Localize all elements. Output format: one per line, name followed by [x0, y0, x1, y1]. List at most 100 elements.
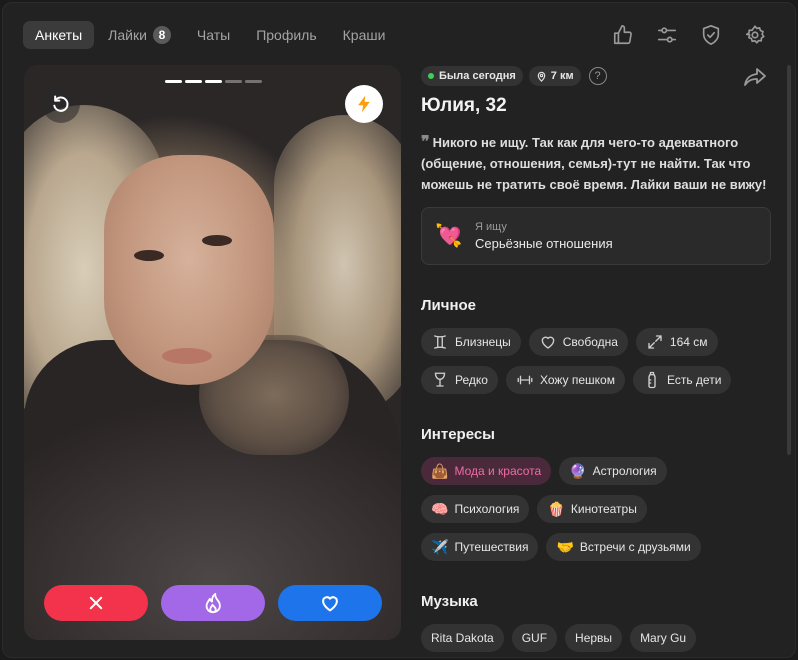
personal-section-title: Личное: [421, 297, 477, 314]
music-chip: GUF: [511, 624, 558, 652]
help-icon[interactable]: ?: [588, 67, 607, 85]
bio-text: Никого не ищу. Так как для чего-то адекв…: [421, 135, 767, 192]
gemini-icon: [431, 333, 449, 351]
interest-chip-fashion: 👜 Мода и красота: [421, 457, 552, 485]
super-like-button[interactable]: [161, 585, 265, 621]
personal-chip-alcohol: Редко: [421, 366, 498, 394]
brain-icon: 🧠: [431, 500, 449, 517]
chip-label: Путешествия: [454, 540, 529, 554]
photo-progress-segment: [205, 80, 222, 83]
gear-icon[interactable]: [733, 19, 777, 51]
boost-button[interactable]: [345, 85, 383, 123]
handbag-icon: 👜: [431, 462, 449, 479]
dislike-button[interactable]: [44, 585, 148, 621]
photo-lips: [162, 348, 212, 364]
chip-label: Есть дети: [666, 373, 722, 387]
top-nav: Анкеты Лайки 8 Чаты Профиль Краши: [23, 19, 777, 51]
chip-label: Мода и красота: [454, 464, 542, 478]
interest-chip-cinema: 🍿 Кинотеатры: [537, 495, 647, 523]
interest-chip-travel: ✈️ Путешествия: [421, 533, 539, 561]
tab-label: Краши: [342, 27, 386, 43]
handshake-icon: 🤝: [556, 538, 574, 555]
baby-bottle-icon: [643, 371, 661, 389]
tab-crushes[interactable]: Краши: [331, 21, 398, 49]
status-row: Была сегодня 7 км ?: [421, 65, 771, 87]
online-status-text: Была сегодня: [439, 70, 516, 82]
swipe-actions: [44, 585, 382, 621]
photo-eye-left: [134, 250, 164, 261]
looking-for-label: Я ищу: [475, 221, 507, 233]
wine-glass-icon: [431, 371, 449, 389]
photo-progress-segment: [165, 80, 182, 83]
expand-icon: [646, 333, 664, 351]
share-arrow-icon: [744, 68, 766, 86]
interest-chip-astrology: 🔮 Астрология: [559, 457, 667, 485]
music-chip: Mary Gu: [630, 624, 697, 652]
tab-label: Чаты: [196, 27, 231, 43]
share-button[interactable]: [743, 67, 769, 89]
chip-label: Свободна: [562, 335, 618, 349]
chip-label: Психология: [454, 502, 520, 516]
lightning-icon: [358, 95, 370, 113]
music-chip: Нервы: [565, 624, 623, 652]
tab-ankety[interactable]: Анкеты: [23, 21, 95, 49]
personal-chip-relationship: Свободна: [528, 328, 628, 356]
tab-label: Лайки: [108, 27, 147, 43]
sliders-icon[interactable]: [645, 19, 689, 51]
interests-section-title: Интересы: [421, 426, 495, 443]
tab-profile[interactable]: Профиль: [244, 21, 328, 49]
online-status-badge: Была сегодня: [421, 66, 523, 86]
music-chip: Rita Dakota: [421, 624, 504, 652]
tab-label: Анкеты: [35, 27, 83, 43]
undo-icon: [53, 95, 69, 112]
quote-icon: ❞: [421, 132, 430, 151]
looking-for-card: 💘 Я ищу Серьёзные отношения: [421, 207, 771, 265]
personal-chips: Близнецы Свободна 164 см Редко Хожу пешк…: [421, 328, 771, 404]
app-window: Анкеты Лайки 8 Чаты Профиль Краши Была с…: [2, 2, 796, 658]
undo-button[interactable]: [42, 85, 80, 123]
panel-scrollbar[interactable]: [787, 65, 791, 455]
profile-bio: ❞ Никого не ищу. Так как для чего-то адек…: [421, 131, 771, 195]
popcorn-icon: 🍿: [547, 500, 565, 517]
thumbs-up-icon[interactable]: [601, 19, 645, 51]
personal-chip-kids: Есть дети: [632, 366, 732, 394]
distance-text: 7 км: [550, 70, 574, 82]
tab-likes[interactable]: Лайки 8: [96, 21, 183, 49]
photo-progress-segment: [225, 80, 242, 83]
flame-icon: [205, 592, 221, 614]
online-dot: [428, 73, 434, 79]
personal-chip-height: 164 см: [635, 328, 718, 356]
photo-progress: [165, 80, 265, 83]
shield-check-icon[interactable]: [689, 19, 733, 51]
chip-label: Близнецы: [455, 335, 511, 349]
chip-label: 164 см: [669, 335, 708, 349]
music-section-title: Музыка: [421, 593, 478, 610]
chip-label: Встречи с друзьями: [579, 540, 691, 554]
personal-chip-zodiac: Близнецы: [421, 328, 521, 356]
chip-label: Хожу пешком: [539, 373, 615, 387]
interest-chip-friends: 🤝 Встречи с друзьями: [546, 533, 701, 561]
tab-chats[interactable]: Чаты: [185, 21, 242, 49]
like-button[interactable]: [278, 585, 382, 621]
profile-photo[interactable]: [24, 65, 401, 640]
close-icon: [89, 596, 103, 610]
photo-progress-segment: [185, 80, 202, 83]
profile-name: Юлия, 32: [421, 95, 507, 116]
chip-label: Редко: [455, 373, 488, 387]
heart-arrow-icon: 💘: [435, 223, 463, 248]
nav-icon-group: [601, 19, 777, 51]
dumbbell-icon: [516, 371, 534, 389]
profile-info-panel: Была сегодня 7 км ? Юлия, 32 ❞ Никого не …: [421, 65, 771, 657]
photo-progress-segment: [245, 80, 262, 83]
photo-eye-right: [202, 235, 232, 246]
crystal-ball-icon: 🔮: [569, 462, 587, 479]
heart-outline-icon: [539, 333, 557, 351]
distance-badge: 7 км: [528, 66, 581, 86]
tab-label: Профиль: [256, 27, 317, 43]
looking-for-value: Серьёзные отношения: [475, 236, 613, 251]
likes-count-badge: 8: [152, 26, 171, 44]
airplane-icon: ✈️: [431, 538, 449, 555]
interest-chip-psychology: 🧠 Психология: [421, 495, 530, 523]
chip-label: Астрология: [592, 464, 657, 478]
chip-label: Кинотеатры: [570, 502, 637, 516]
